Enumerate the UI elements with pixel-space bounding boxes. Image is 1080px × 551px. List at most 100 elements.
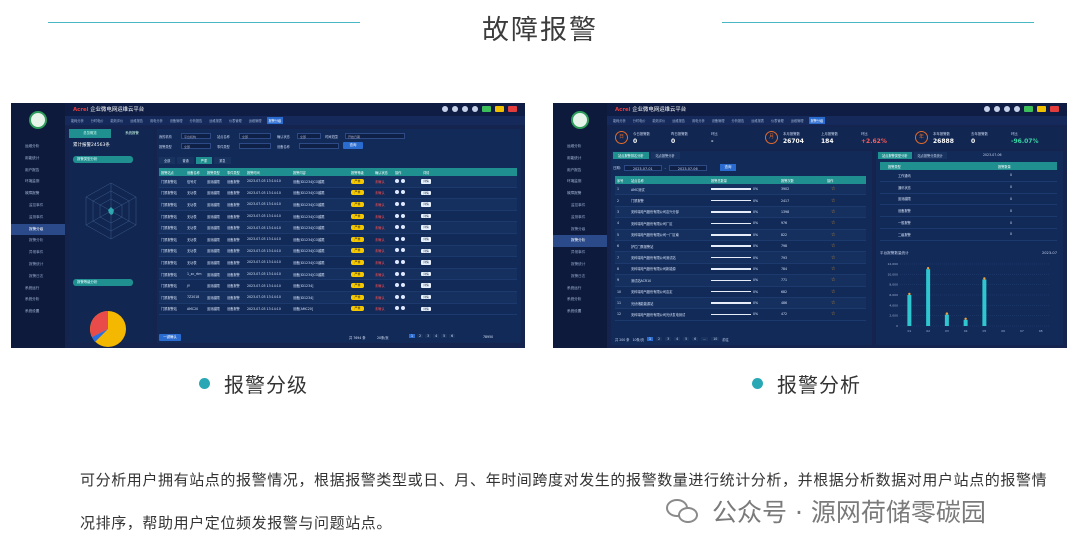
sidebar-item[interactable]: 报警分析 (11, 235, 65, 247)
nav-tab[interactable]: 能耗分析 (611, 117, 628, 124)
tab-overview[interactable]: 总览概览 (69, 129, 111, 138)
query-button[interactable]: 查询 (719, 164, 737, 171)
video-icon[interactable] (401, 213, 405, 218)
sidebar-item[interactable]: 报警日志 (553, 271, 607, 283)
fullscreen-icon[interactable] (1014, 106, 1020, 112)
sidebar-item[interactable]: 用户报告 (11, 165, 65, 177)
bar-mark[interactable] (982, 279, 987, 327)
detail-button[interactable]: 详情 (421, 271, 431, 277)
avatar[interactable] (571, 111, 589, 129)
view-icon[interactable] (395, 178, 399, 183)
sidebar-item[interactable]: 报警分级 (553, 224, 607, 236)
tab-urgent[interactable]: 紧急 (214, 157, 231, 164)
page-number[interactable]: 3 (665, 337, 672, 341)
favorite-icon[interactable]: ☆ (831, 220, 835, 226)
table-row[interactable]: 门禁报警站 7Z2018 遥测越限 设备报警 2023-07-03 13:14:10 设备… (159, 291, 517, 304)
time-range-input[interactable]: 开始日期 (345, 133, 405, 139)
detail-button[interactable]: 详情 (421, 294, 431, 300)
nav-tab[interactable]: 运维管理 (247, 117, 264, 124)
nav-tab[interactable]: 仪表管理 (769, 117, 786, 124)
favorite-icon[interactable]: ☆ (831, 289, 835, 295)
page-number[interactable]: 4 (674, 337, 681, 341)
table-row[interactable]: 设备报警 0 (880, 205, 1057, 218)
page-number[interactable]: 6 (692, 337, 699, 341)
detail-button[interactable]: 详情 (421, 202, 431, 207)
favorite-icon[interactable]: ☆ (831, 186, 835, 192)
favorite-icon[interactable]: ☆ (831, 198, 835, 204)
tab-site-analysis[interactable]: 站点报警分析 (650, 152, 680, 159)
sidebar-item[interactable]: 系统分析 (11, 294, 65, 306)
view-icon[interactable] (395, 225, 399, 230)
video-icon[interactable] (401, 271, 405, 276)
table-row[interactable]: 5 安科瑞电气股份有限公司一厂区南 0% 822 ☆ (615, 229, 866, 241)
sidebar-item[interactable]: 监测事件 (11, 212, 65, 224)
page-number[interactable]: ... (701, 337, 709, 341)
page-number[interactable]: 10 (711, 337, 720, 341)
page-size-select[interactable]: 10条/页 (633, 337, 645, 342)
table-row[interactable]: 11 光伏储能能源站 0% 486 ☆ (615, 297, 866, 310)
table-row[interactable]: 遥测越限 0 (880, 194, 1057, 206)
favorite-icon[interactable]: ☆ (831, 232, 835, 238)
settings-icon[interactable] (452, 106, 458, 112)
nav-tab[interactable]: 仪表管理 (227, 117, 244, 124)
table-row[interactable]: 门禁报警站 无功表 遥测越限 设备报警 2023-07-03 13:14:10 设备[ID… (159, 245, 517, 258)
sidebar-item[interactable]: 异常事件 (553, 247, 607, 259)
detail-button[interactable]: 详情 (421, 190, 431, 196)
status-red-icon[interactable] (508, 106, 517, 112)
favorite-icon[interactable]: ☆ (831, 277, 835, 283)
table-row[interactable]: 通讯状态 0 (880, 182, 1057, 194)
detail-button[interactable]: 详情 (421, 306, 431, 312)
favorite-icon[interactable]: ☆ (831, 209, 835, 215)
sidebar-item[interactable]: 系统运行 (11, 283, 65, 295)
sidebar-item[interactable]: 系统设置 (553, 306, 607, 318)
favorite-icon[interactable]: ☆ (831, 255, 835, 261)
table-row[interactable]: 门禁报警站 AMC20 遥测越限 设备报警 2023-07-03 13:14:10 设备[… (159, 304, 517, 316)
nav-tab[interactable]: 能耗分析 (69, 117, 86, 124)
detail-button[interactable]: 详情 (421, 237, 431, 242)
search-icon[interactable] (442, 106, 448, 112)
favorite-icon[interactable]: ☆ (831, 311, 835, 317)
nav-tab[interactable]: 分析报告 (730, 117, 747, 124)
table-row[interactable]: 7 安科瑞电气股份有限公司测试站 0% 793 ☆ (615, 252, 866, 264)
video-icon[interactable] (401, 259, 405, 264)
sidebar-item[interactable]: 异常事件 (11, 247, 65, 259)
table-row[interactable]: 4 安科瑞电气股份有限公司厂区 0% 976 ☆ (615, 218, 866, 230)
tab-site-ranking[interactable]: 站点报警排名分析 (613, 152, 649, 159)
nav-tab[interactable]: 运维报表 (207, 117, 224, 124)
detail-button[interactable]: 详情 (421, 260, 431, 265)
nav-tab[interactable]: 设备管理 (168, 117, 185, 124)
sidebar-item[interactable]: 监测事件 (553, 212, 607, 224)
table-row[interactable]: 12 安科瑞电气股份有限公司光伏发电测试 0% 472 ☆ (615, 309, 866, 321)
bar-mark[interactable] (944, 314, 949, 326)
table-row[interactable]: 3 安科瑞电气股份有限公司嘉兴分部 0% 1398 ☆ (615, 206, 866, 219)
tab-system-alarm[interactable]: 系统报警 (111, 129, 153, 138)
nav-tab[interactable]: 用电分析 (690, 117, 707, 124)
view-icon[interactable] (395, 236, 399, 241)
sidebar-item[interactable]: 报警统计 (11, 259, 65, 271)
status-green-icon[interactable] (482, 106, 491, 112)
nav-tab[interactable]: 能效评价 (651, 117, 668, 124)
video-icon[interactable] (401, 201, 405, 206)
table-row[interactable]: 工作通讯 0 (880, 170, 1057, 182)
nav-tab[interactable]: 运维报告 (670, 117, 687, 124)
view-icon[interactable] (395, 271, 399, 276)
sidebar-item[interactable]: 用能统计 (553, 153, 607, 165)
video-icon[interactable] (401, 236, 405, 241)
table-row[interactable]: 门禁报警站 无功表 遥测越限 设备报警 2023-07-03 13:14:10 设备[ID… (159, 222, 517, 234)
settings-icon[interactable] (994, 106, 1000, 112)
table-row[interactable]: 一般报警 0 (880, 217, 1057, 229)
detail-button[interactable]: 详情 (421, 248, 431, 254)
nav-tab[interactable]: 报警分级 (808, 117, 826, 124)
type-select[interactable]: 全部 (181, 143, 211, 149)
table-row[interactable]: 门禁报警站 JY 遥测越限 设备报警 2023-07-03 13:14:10 设备[ID1… (159, 280, 517, 292)
sidebar-item[interactable]: 用能统计 (11, 153, 65, 165)
video-icon[interactable] (401, 248, 405, 253)
nav-tab[interactable]: 分时电价 (89, 117, 106, 124)
sidebar-item[interactable]: 监控事件 (11, 200, 65, 212)
video-icon[interactable] (401, 283, 405, 288)
page-number[interactable]: 2 (656, 337, 663, 341)
table-row[interactable]: 2 门禁报警 0% 2417 ☆ (615, 195, 866, 207)
video-icon[interactable] (401, 225, 405, 230)
sidebar-item[interactable]: 系统运行 (553, 283, 607, 295)
view-icon[interactable] (395, 190, 399, 195)
